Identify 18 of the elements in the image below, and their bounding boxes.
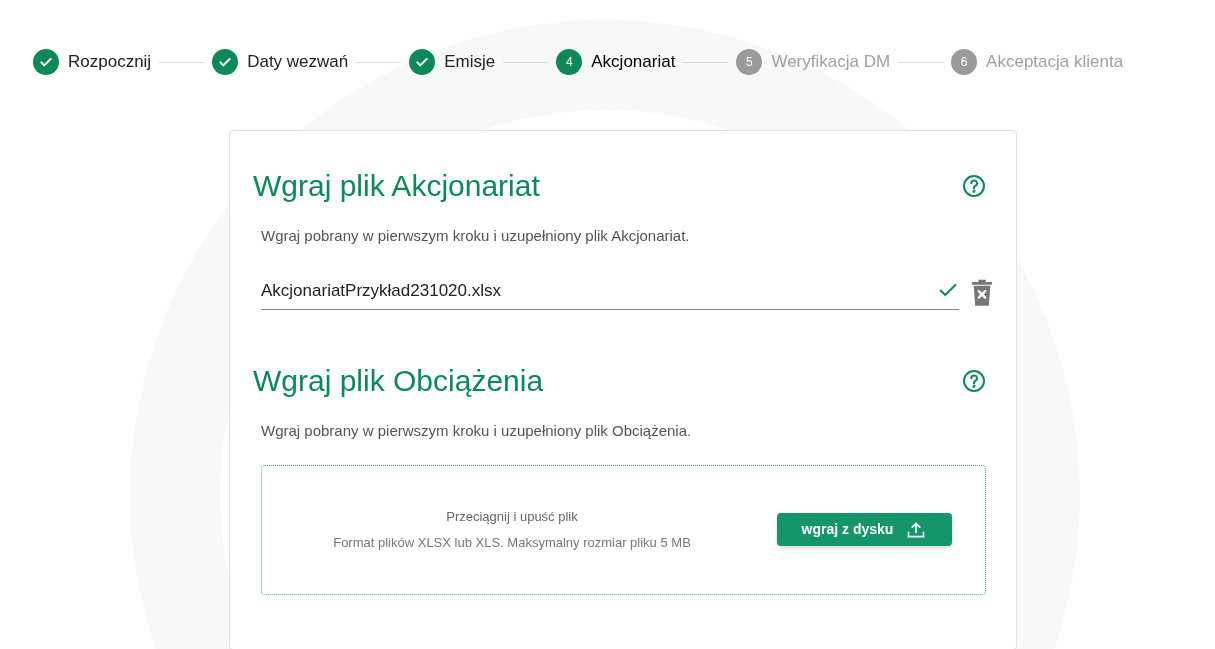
step-label: Akceptacja klienta — [986, 51, 1124, 74]
format-hint: Format plików XLSX lub XLS. Maksymalny rozmiar pliku 5 MB — [333, 533, 691, 552]
drop-instruction: Przeciągnij i upuść plik — [446, 508, 578, 526]
step-label: Daty wezwań — [247, 51, 349, 74]
step-label: Akcjonariat — [591, 51, 676, 74]
step-number: 6 — [951, 49, 978, 75]
section-description: Wgraj pobrany w pierwszym kroku i uzupełniony plik Akcjonariat. — [261, 226, 691, 246]
step-label: Weryfikacja DM — [771, 51, 891, 74]
section-heading: Wgraj plik Akcjonariat — [253, 168, 540, 204]
section-description: Wgraj pobrany w pierwszym kroku i uzupełniony plik Obciążenia. — [261, 421, 693, 441]
step-label: Emisje — [444, 51, 496, 74]
section-heading: Wgraj plik Obciążenia — [253, 363, 544, 399]
delete-icon[interactable] — [971, 278, 993, 308]
upload-button[interactable]: wgraj z dysku — [777, 513, 952, 546]
step-label: Rozpocznij — [68, 51, 152, 74]
help-icon[interactable] — [962, 174, 986, 198]
help-icon[interactable] — [962, 369, 986, 393]
file-name-field[interactable]: AkcjonariatPrzykład231020.xlsx — [261, 277, 959, 310]
